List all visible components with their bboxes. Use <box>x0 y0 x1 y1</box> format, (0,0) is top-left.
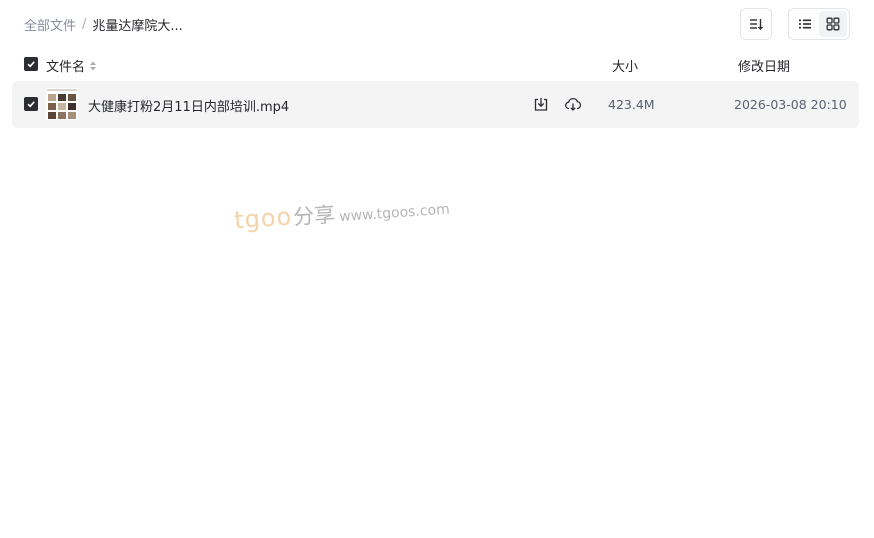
check-icon <box>27 101 35 108</box>
download-icon <box>534 98 548 111</box>
column-header-name-label: 文件名 <box>46 60 86 75</box>
watermark: tgoo 分享 www.tgoos.com <box>233 191 450 236</box>
select-all-checkbox[interactable] <box>24 57 38 71</box>
column-header-date[interactable]: 修改日期 <box>738 56 790 75</box>
watermark-share-text: 分享 <box>292 202 336 230</box>
breadcrumb-root-link[interactable]: 全部文件 <box>24 15 76 34</box>
file-size: 423.4M <box>608 97 655 112</box>
table-row[interactable]: 大健康打粉2月11日内部培训.mp4 423.4M 2026-03-08 20:… <box>12 81 859 128</box>
grid-view-icon <box>826 17 840 31</box>
list-view-button[interactable] <box>791 11 819 37</box>
top-bar: 全部文件 / 兆量达摩院大... <box>0 0 874 48</box>
column-header-size[interactable]: 大小 <box>612 56 638 75</box>
save-to-cloud-button[interactable] <box>563 94 583 114</box>
breadcrumb-separator: / <box>82 17 87 32</box>
video-thumbnail <box>46 88 78 120</box>
download-button[interactable] <box>531 94 551 114</box>
sort-button[interactable] <box>740 8 772 40</box>
column-header-name[interactable]: 文件名 <box>46 56 97 75</box>
breadcrumb-current-folder: 兆量达摩院大... <box>92 19 183 34</box>
check-icon <box>27 61 35 68</box>
cloud-save-icon <box>565 97 582 111</box>
file-name[interactable]: 大健康打粉2月11日内部培训.mp4 <box>88 96 289 115</box>
view-toggle <box>788 8 850 40</box>
table-header: 文件名 大小 修改日期 <box>0 50 874 78</box>
watermark-url: www.tgoos.com <box>338 201 451 226</box>
list-view-icon <box>799 19 811 29</box>
watermark-brand: tgoo <box>233 202 294 235</box>
sort-descending-icon <box>750 19 763 30</box>
file-modified-date: 2026-03-08 20:10 <box>734 97 847 112</box>
row-checkbox[interactable] <box>24 97 38 111</box>
breadcrumb: 全部文件 / 兆量达摩院大... <box>24 15 183 34</box>
grid-view-button[interactable] <box>819 11 847 37</box>
sort-toggle-icon <box>90 61 97 70</box>
